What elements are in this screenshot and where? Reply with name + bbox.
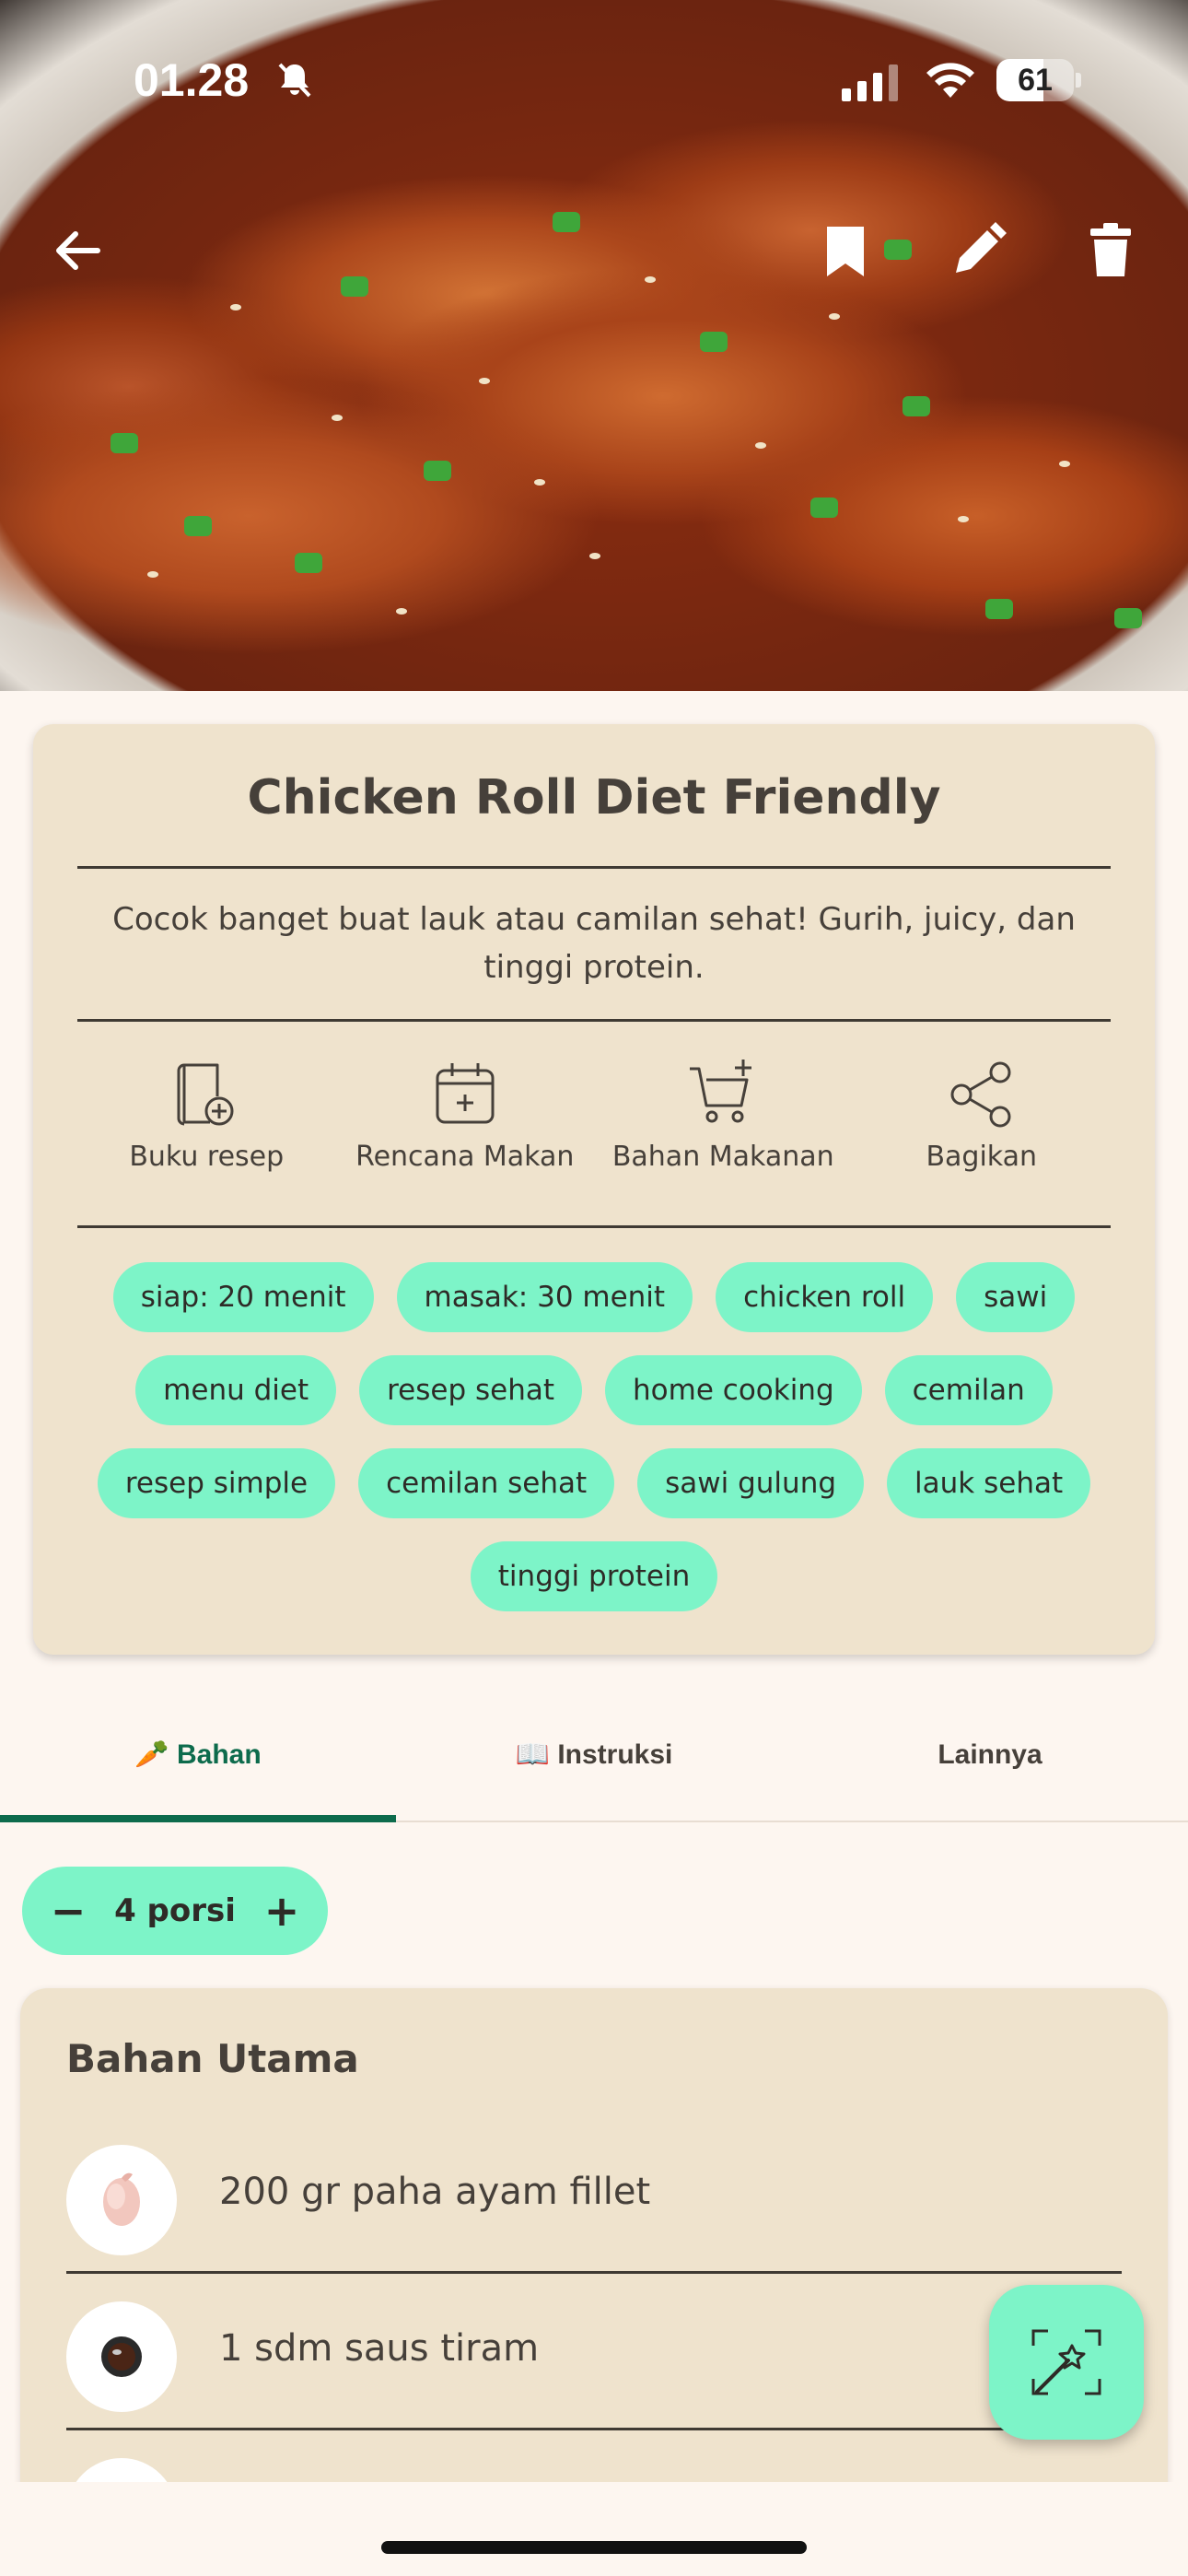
garnish (553, 212, 580, 232)
share-icon (950, 1061, 1011, 1128)
section-title: Bahan Utama (66, 2036, 359, 2081)
tag-chip[interactable]: siap: 20 menit (112, 1262, 374, 1332)
tag-chip[interactable]: cemilan sehat (358, 1448, 615, 1518)
sesame (645, 276, 656, 283)
garnish (1114, 608, 1142, 628)
chicken-thigh-icon (66, 2145, 177, 2255)
sesame (534, 479, 545, 486)
sesame (829, 313, 840, 320)
status-time: 01.28 (134, 54, 250, 106)
ai-magic-button[interactable] (989, 2285, 1144, 2440)
sesame (230, 304, 241, 310)
recipe-info-card: Chicken Roll Diet Friendly Cocok banget … (33, 724, 1155, 1655)
add-to-groceries-button[interactable]: Bahan Makanan (594, 1056, 853, 1176)
recipe-description: Cocok banget buat lauk atau camilan seha… (112, 901, 1076, 986)
tag-chip[interactable]: home cooking (605, 1355, 862, 1425)
ingredient-row[interactable]: 200 gr paha ayam fillet (66, 2117, 1122, 2274)
tag-chip[interactable]: resep simple (97, 1448, 336, 1518)
action-label: Rencana Makan (355, 1141, 575, 1173)
back-button[interactable] (44, 217, 111, 284)
sesame (396, 608, 407, 615)
sesame (147, 571, 158, 578)
servings-stepper: − 4 porsi + (22, 1867, 328, 1955)
share-button[interactable]: Bagikan (853, 1056, 1112, 1176)
tab-bahan[interactable]: 🥕 Bahan (0, 1715, 396, 1822)
garnish (295, 553, 322, 573)
garnish (810, 498, 838, 518)
home-indicator[interactable] (381, 2541, 807, 2554)
divider (77, 1019, 1111, 1022)
tag-chip[interactable]: chicken roll (716, 1262, 934, 1332)
recipe-actions: Buku resep Rencana Makan Bahan Makanan B… (77, 1056, 1111, 1176)
wifi-icon (926, 63, 974, 98)
divider (77, 1225, 1111, 1228)
bookmark-icon (827, 227, 864, 276)
sesame (479, 378, 490, 384)
delete-button[interactable] (1077, 217, 1144, 284)
garnish (184, 516, 212, 536)
signal-icon (842, 64, 898, 101)
magic-wand-icon (1031, 2329, 1101, 2395)
trash-icon (1090, 223, 1131, 276)
bookmark-button[interactable] (812, 217, 879, 284)
tag-chip[interactable]: masak: 30 menit (396, 1262, 693, 1332)
tag-chip[interactable]: lauk sehat (887, 1448, 1091, 1518)
ingredient-row[interactable]: 1 sdm saus tiram (66, 2274, 1122, 2430)
tag-chip[interactable]: cemilan (884, 1355, 1053, 1425)
book-add-icon (177, 1063, 234, 1126)
garnish (884, 240, 912, 260)
battery-level: 61 (1018, 63, 1053, 98)
add-to-meal-plan-button[interactable]: Rencana Makan (336, 1056, 595, 1176)
status-bar: 01.28 61 (0, 53, 1188, 109)
add-to-recipe-book-button[interactable]: Buku resep (77, 1056, 336, 1176)
pencil-icon (956, 222, 1007, 273)
tag-chip[interactable]: tinggi protein (470, 1541, 718, 1611)
cart-add-icon (690, 1060, 752, 1123)
calendar-add-icon (436, 1063, 495, 1124)
recipe-tabs: 🥕 Bahan 📖 Instruksi Lainnya (0, 1715, 1188, 1822)
garnish (700, 332, 728, 352)
recipe-title: Chicken Roll Diet Friendly (247, 770, 941, 825)
sesame (1059, 461, 1070, 467)
decrease-servings-button[interactable]: − (48, 1886, 88, 1936)
garnish (903, 396, 930, 416)
servings-value: 4 porsi (114, 1892, 236, 1929)
action-label: Bagikan (926, 1141, 1038, 1173)
tag-list: siap: 20 menit masak: 30 menit chicken r… (88, 1262, 1100, 1611)
sesame (755, 442, 766, 449)
battery-icon: 61 (996, 59, 1081, 101)
ingredient-text: 1 sdm saus tiram (219, 2327, 540, 2370)
divider (77, 866, 1111, 869)
arrow-left-icon (56, 231, 100, 270)
edit-button[interactable] (945, 217, 1011, 284)
increase-servings-button[interactable]: + (262, 1886, 302, 1936)
action-label: Bahan Makanan (611, 1141, 834, 1173)
ingredient-text: 200 gr paha ayam fillet (219, 2171, 651, 2213)
tag-chip[interactable]: sawi (956, 1262, 1076, 1332)
sesame (958, 516, 969, 522)
bottom-safe-area (0, 2482, 1188, 2576)
garnish (985, 599, 1013, 619)
tag-chip[interactable]: menu diet (135, 1355, 337, 1425)
garnish (111, 433, 138, 453)
tab-instruksi[interactable]: 📖 Instruksi (396, 1715, 792, 1821)
tag-chip[interactable]: sawi gulung (637, 1448, 865, 1518)
garnish (424, 461, 451, 481)
bell-muted-icon (278, 63, 311, 98)
sesame (332, 415, 343, 421)
oyster-sauce-icon (66, 2301, 177, 2412)
sesame (589, 553, 600, 559)
garnish (341, 276, 368, 297)
tag-chip[interactable]: resep sehat (359, 1355, 583, 1425)
tab-lainnya[interactable]: Lainnya (792, 1715, 1188, 1821)
action-label: Buku resep (129, 1141, 285, 1173)
